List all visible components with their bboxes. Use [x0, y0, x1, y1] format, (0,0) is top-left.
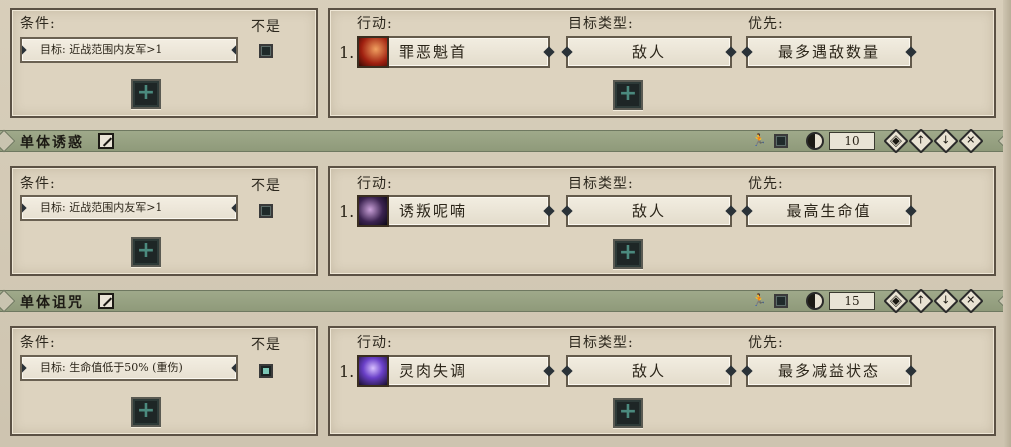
add-action-button-1[interactable]: +: [613, 80, 643, 110]
not-checkbox-3[interactable]: [259, 364, 273, 378]
ability-name: 诱叛呢喃: [399, 202, 468, 220]
delete-icon[interactable]: ✕: [958, 128, 984, 154]
section-title: 单体诱惑: [20, 135, 84, 151]
cooldown-icon: [806, 132, 824, 150]
left-diamond-icon: [22, 44, 27, 56]
target-type-label: 目标类型:: [568, 16, 634, 32]
left-diamond-icon: [22, 202, 27, 214]
add-action-button-3[interactable]: +: [613, 398, 643, 428]
toggle-checkbox[interactable]: [774, 294, 788, 308]
add-condition-button-3[interactable]: +: [131, 397, 161, 427]
ability-dropdown-2[interactable]: 诱叛呢喃: [357, 195, 555, 227]
priority-value: 最多减益状态: [777, 362, 880, 380]
whisper-face-icon: [357, 195, 389, 227]
right-diamond-icon: [231, 202, 236, 214]
not-label: 不是: [251, 337, 281, 353]
action-index: 1.: [339, 202, 355, 221]
ability-dropdown-3[interactable]: 灵肉失调: [357, 355, 555, 387]
ability-name: 罪恶魁首: [399, 43, 468, 61]
running-man-icon[interactable]: 🏃: [751, 293, 767, 309]
add-condition-button-1[interactable]: +: [131, 79, 161, 109]
target-type-dropdown-3[interactable]: 敌人: [561, 355, 737, 387]
move-down-icon[interactable]: ↓: [933, 288, 959, 314]
scroll-edge-ornament: [1003, 0, 1011, 447]
priority-label: 优先:: [748, 16, 784, 32]
target-type-label: 目标类型:: [568, 335, 634, 351]
section-header-1: 单体诱惑 🏃 10 ▣ ↑ ↓ ✕: [0, 128, 1011, 154]
target-type-label: 目标类型:: [568, 176, 634, 192]
priority-label: 优先:: [748, 335, 784, 351]
edit-pencil-icon[interactable]: [98, 293, 114, 309]
section-title: 单体诅咒: [20, 295, 84, 311]
condition-text: 目标: 近战范围内友军>1: [40, 201, 163, 214]
not-label: 不是: [251, 178, 281, 194]
action-index: 1.: [339, 43, 355, 62]
target-type-value: 敌人: [631, 43, 666, 61]
conditions-label: 条件:: [20, 176, 56, 192]
priority-label: 优先:: [748, 176, 784, 192]
cooldown-input[interactable]: 15: [829, 292, 875, 310]
target-type-dropdown-1[interactable]: 敌人: [561, 36, 737, 68]
move-down-icon[interactable]: ↓: [933, 128, 959, 154]
left-arrow-icon: [0, 129, 16, 153]
right-diamond-icon: [231, 44, 236, 56]
conditions-label: 条件:: [20, 16, 56, 32]
ability-name: 灵肉失调: [399, 362, 468, 380]
target-type-value: 敌人: [631, 362, 666, 380]
not-label: 不是: [251, 19, 281, 35]
add-condition-button-2[interactable]: +: [131, 237, 161, 267]
action-label: 行动:: [357, 335, 393, 351]
edit-pencil-icon[interactable]: [98, 133, 114, 149]
running-man-icon[interactable]: 🏃: [751, 133, 767, 149]
conditions-label: 条件:: [20, 335, 56, 351]
priority-dropdown-3[interactable]: 最多减益状态: [741, 355, 917, 387]
cooldown-icon: [806, 292, 824, 310]
delete-icon[interactable]: ✕: [958, 288, 984, 314]
condition-text: 目标: 生命值低于50% (重伤): [40, 361, 183, 374]
cooldown-input[interactable]: 10: [829, 132, 875, 150]
condition-text: 目标: 近战范围内友军>1: [40, 43, 163, 56]
duplicate-icon[interactable]: ▣: [883, 128, 909, 154]
ability-dropdown-1[interactable]: 罪恶魁首: [357, 36, 555, 68]
move-up-icon[interactable]: ↑: [908, 128, 934, 154]
target-type-value: 敌人: [631, 202, 666, 220]
curse-spirit-icon: [357, 355, 389, 387]
ai-tactics-window: 条件: 不是 目标: 近战范围内友军>1 + 行动: 目标类型: 优先: 1. …: [0, 0, 1011, 447]
duplicate-icon[interactable]: ▣: [883, 288, 909, 314]
not-checkbox-2[interactable]: [259, 204, 273, 218]
condition-dropdown-2[interactable]: 目标: 近战范围内友军>1: [20, 195, 238, 221]
right-diamond-icon: [231, 362, 236, 374]
target-type-dropdown-2[interactable]: 敌人: [561, 195, 737, 227]
add-action-button-2[interactable]: +: [613, 239, 643, 269]
condition-dropdown-1[interactable]: 目标: 近战范围内友军>1: [20, 37, 238, 63]
not-checkbox-1[interactable]: [259, 44, 273, 58]
action-label: 行动:: [357, 176, 393, 192]
left-diamond-icon: [22, 362, 27, 374]
section-header-2: 单体诅咒 🏃 15 ▣ ↑ ↓ ✕: [0, 288, 1011, 314]
toggle-checkbox[interactable]: [774, 134, 788, 148]
priority-value: 最高生命值: [786, 202, 872, 220]
action-index: 1.: [339, 362, 355, 381]
priority-value: 最多遇敌数量: [777, 43, 880, 61]
demon-horns-icon: [357, 36, 389, 68]
left-arrow-icon: [0, 289, 16, 313]
condition-dropdown-3[interactable]: 目标: 生命值低于50% (重伤): [20, 355, 238, 381]
action-label: 行动:: [357, 16, 393, 32]
priority-dropdown-1[interactable]: 最多遇敌数量: [741, 36, 917, 68]
priority-dropdown-2[interactable]: 最高生命值: [741, 195, 917, 227]
move-up-icon[interactable]: ↑: [908, 288, 934, 314]
